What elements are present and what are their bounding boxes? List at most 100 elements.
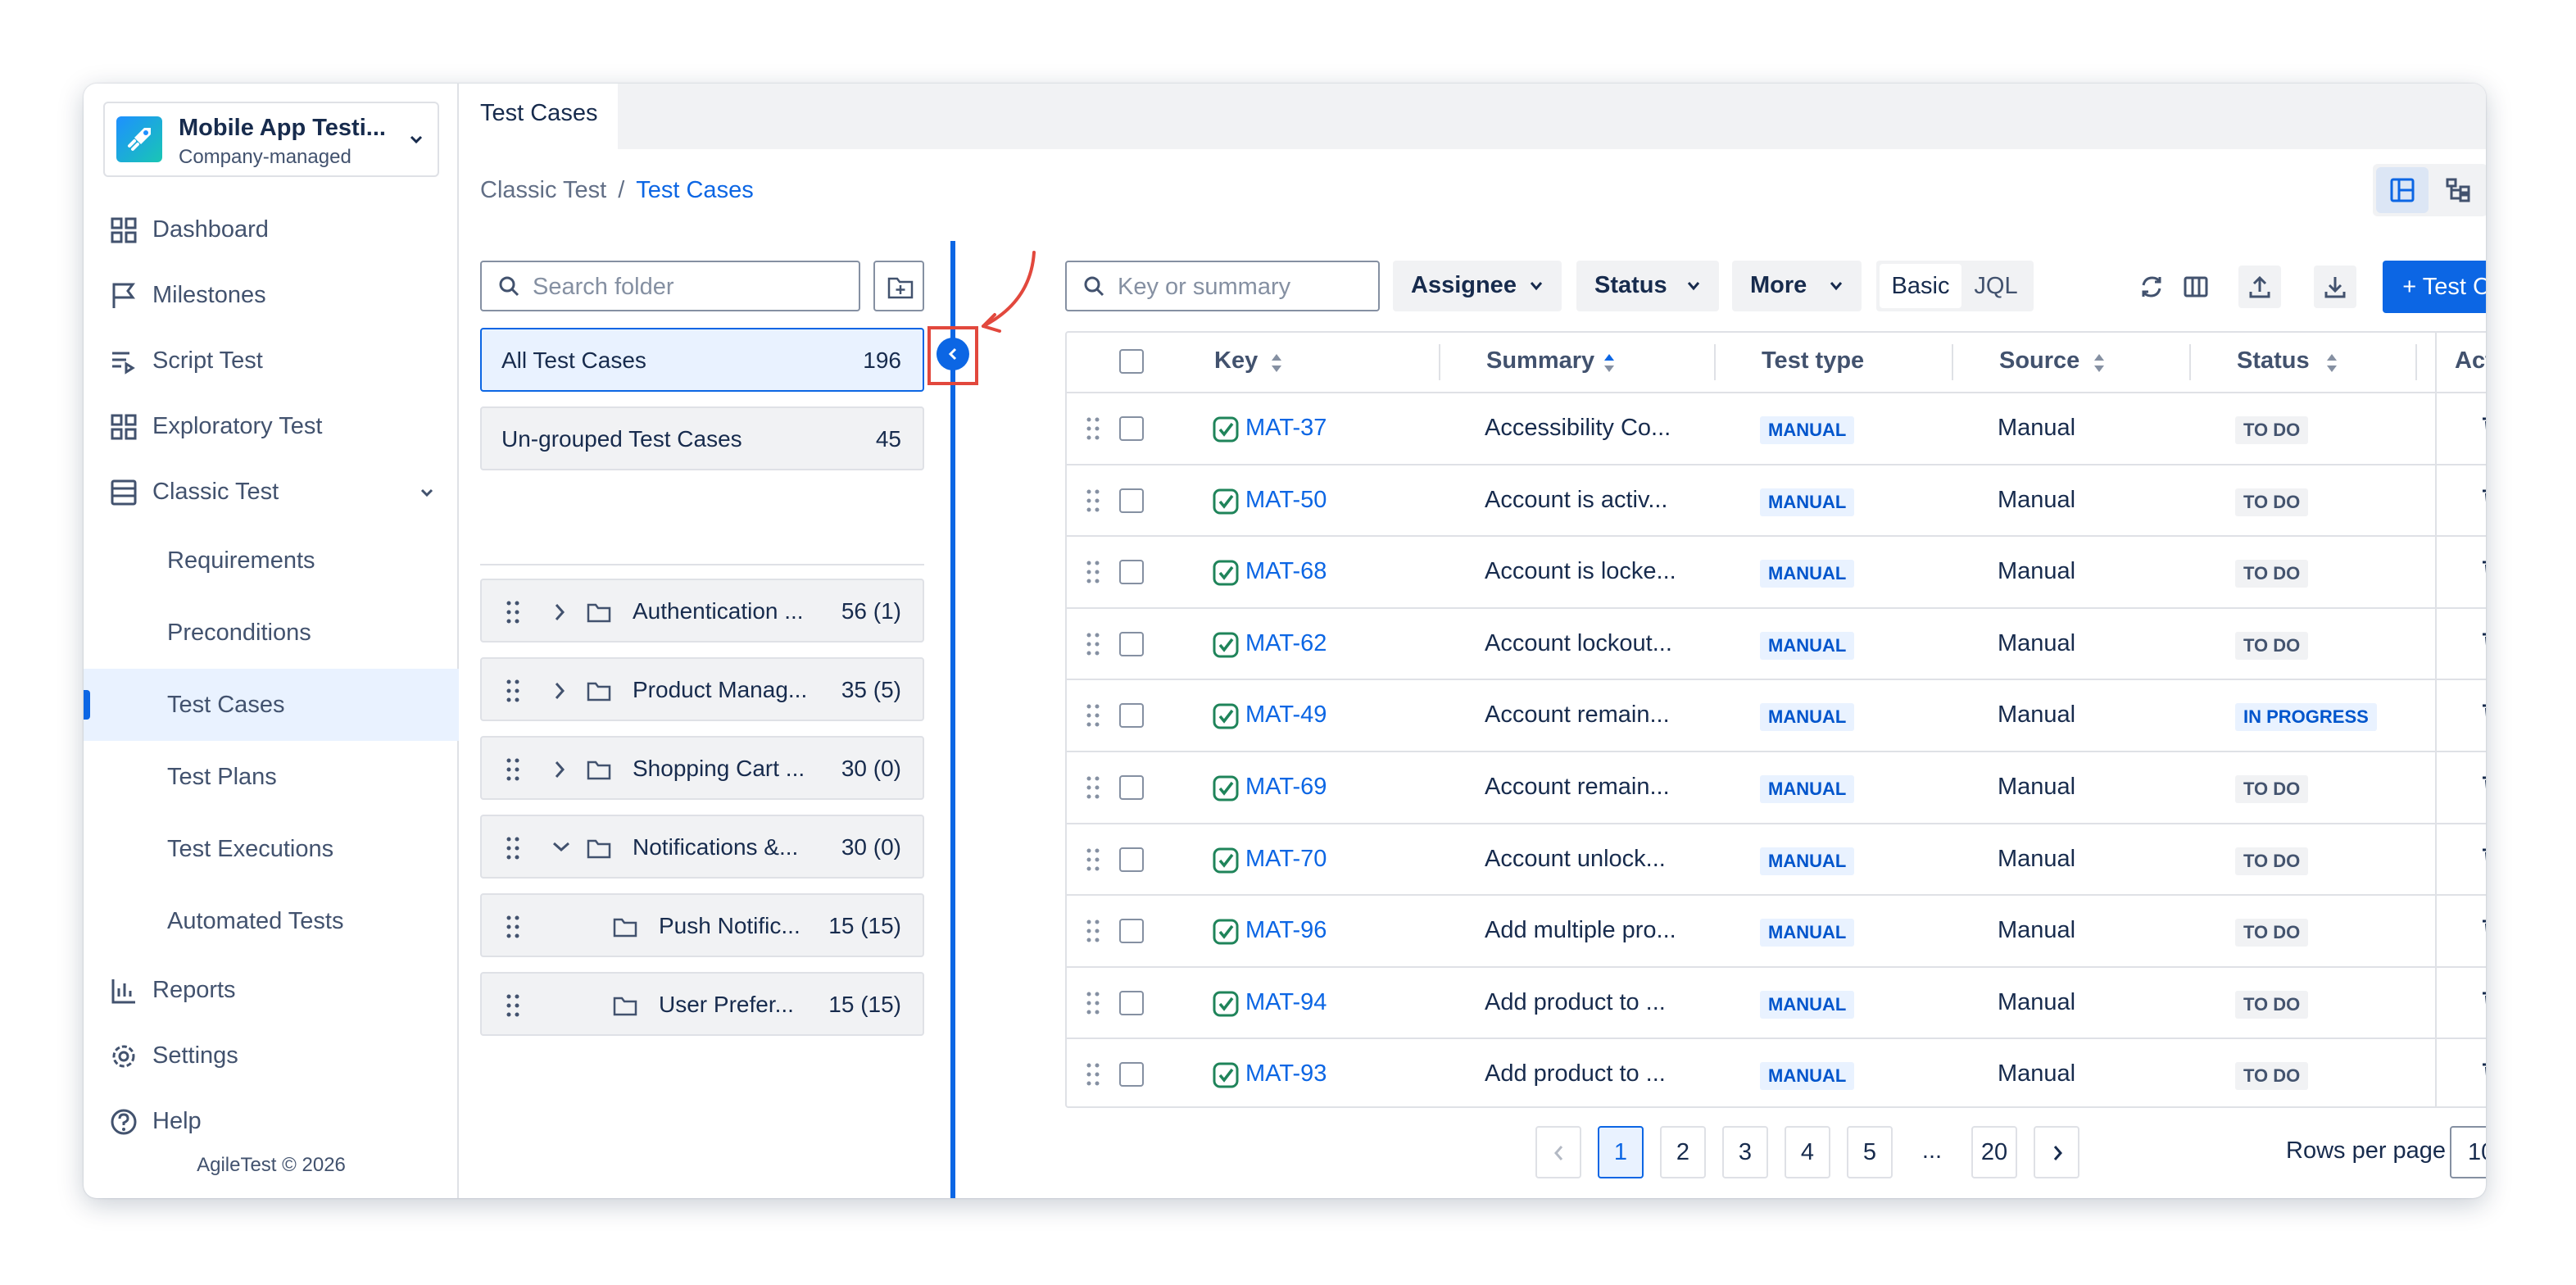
trash-icon[interactable] bbox=[2479, 1059, 2486, 1093]
test-case-key[interactable]: MAT-49 bbox=[1245, 702, 1327, 729]
drag-handle-icon[interactable] bbox=[1085, 560, 1101, 591]
table-row[interactable]: MAT-94 Add product to ... MANUAL Manual TO D… bbox=[1067, 965, 2486, 1038]
sidebar-subitem-test-cases[interactable]: Test Cases bbox=[84, 669, 459, 741]
row-checkbox[interactable] bbox=[1119, 703, 1144, 729]
test-case-key[interactable]: MAT-94 bbox=[1245, 989, 1327, 1016]
sidebar-item-milestones[interactable]: Milestones bbox=[84, 262, 459, 328]
drag-handle-icon[interactable] bbox=[505, 915, 521, 939]
row-checkbox[interactable] bbox=[1119, 919, 1144, 944]
prev-page-button[interactable] bbox=[1535, 1126, 1581, 1178]
trash-icon[interactable] bbox=[2479, 844, 2486, 879]
columns-button[interactable] bbox=[2175, 266, 2217, 308]
page-button[interactable]: 1 bbox=[1598, 1126, 1644, 1178]
trash-icon[interactable] bbox=[2479, 413, 2486, 447]
folder-item[interactable]: Push Notific... 15 (15) bbox=[480, 893, 924, 957]
folder-item[interactable]: User Prefer... 15 (15) bbox=[480, 972, 924, 1036]
drag-handle-icon[interactable] bbox=[1085, 919, 1101, 950]
column-header-test-type[interactable]: Test type bbox=[1762, 347, 1864, 375]
sidebar-item-exploratory-test[interactable]: Exploratory Test bbox=[84, 393, 459, 459]
test-case-key[interactable]: MAT-62 bbox=[1245, 630, 1327, 657]
column-header-source[interactable]: Source bbox=[1999, 347, 2079, 375]
row-checkbox[interactable] bbox=[1119, 560, 1144, 585]
drag-handle-icon[interactable] bbox=[1085, 488, 1101, 520]
test-case-key[interactable]: MAT-96 bbox=[1245, 917, 1327, 944]
drag-handle-icon[interactable] bbox=[1085, 991, 1101, 1022]
trash-icon[interactable] bbox=[2479, 556, 2486, 591]
trash-icon[interactable] bbox=[2479, 772, 2486, 806]
drag-handle-icon[interactable] bbox=[505, 600, 521, 624]
test-case-key[interactable]: MAT-68 bbox=[1245, 558, 1327, 585]
test-case-key[interactable]: MAT-93 bbox=[1245, 1060, 1327, 1087]
page-button[interactable]: 5 bbox=[1847, 1126, 1893, 1178]
drag-handle-icon[interactable] bbox=[1085, 416, 1101, 447]
sort-icon[interactable] bbox=[2325, 352, 2338, 374]
sort-icon[interactable] bbox=[2093, 352, 2106, 374]
chevron-right-icon[interactable] bbox=[551, 680, 569, 702]
chevron-down-icon[interactable] bbox=[418, 484, 436, 502]
rows-per-page-select[interactable]: 10 bbox=[2450, 1126, 2486, 1178]
page-button[interactable]: 20 bbox=[1971, 1126, 2017, 1178]
table-row[interactable]: MAT-68 Account is locke... MANUAL Manual TO … bbox=[1067, 535, 2486, 607]
folder-all-test-cases[interactable]: All Test Cases 196 bbox=[480, 328, 924, 392]
add-folder-button[interactable] bbox=[873, 261, 924, 311]
basic-mode-button[interactable]: Basic bbox=[1880, 264, 1961, 308]
next-page-button[interactable] bbox=[2034, 1126, 2079, 1178]
trash-icon[interactable] bbox=[2479, 700, 2486, 734]
row-checkbox[interactable] bbox=[1119, 847, 1144, 872]
sidebar-item-settings[interactable]: Settings bbox=[84, 1023, 459, 1088]
sidebar-item-script-test[interactable]: Script Test bbox=[84, 328, 459, 393]
table-row[interactable]: MAT-62 Account lockout... MANUAL Manual TO D… bbox=[1067, 606, 2486, 679]
drag-handle-icon[interactable] bbox=[1085, 632, 1101, 663]
folder-search-input[interactable]: Search folder bbox=[480, 261, 860, 311]
sidebar-item-help[interactable]: Help bbox=[84, 1088, 459, 1154]
chevron-down-icon[interactable] bbox=[551, 838, 572, 856]
drag-handle-icon[interactable] bbox=[505, 679, 521, 703]
breadcrumb-current[interactable]: Test Cases bbox=[636, 177, 753, 203]
more-filter[interactable]: More bbox=[1732, 261, 1862, 311]
table-row[interactable]: MAT-70 Account unlock... MANUAL Manual TO DO bbox=[1067, 822, 2486, 895]
table-row[interactable]: MAT-69 Account remain... MANUAL Manual TO DO bbox=[1067, 751, 2486, 823]
row-checkbox[interactable] bbox=[1119, 488, 1144, 513]
chevron-right-icon[interactable] bbox=[551, 602, 569, 623]
chevron-right-icon[interactable] bbox=[551, 759, 569, 780]
tree-view-button[interactable] bbox=[2432, 167, 2484, 213]
table-row[interactable]: MAT-49 Account remain... MANUAL Manual IN PR… bbox=[1067, 679, 2486, 751]
table-row[interactable]: MAT-96 Add multiple pro... MANUAL Manual TO … bbox=[1067, 894, 2486, 966]
sidebar-subitem-test-plans[interactable]: Test Plans bbox=[84, 744, 459, 810]
folder-item[interactable]: Shopping Cart ... 30 (0) bbox=[480, 736, 924, 800]
page-button[interactable]: 3 bbox=[1722, 1126, 1768, 1178]
table-row[interactable]: MAT-93 Add product to ... MANUAL Manual TO D… bbox=[1067, 1038, 2486, 1110]
table-row[interactable]: MAT-37 Accessibility Co... MANUAL Manual TO … bbox=[1067, 392, 2486, 464]
folder-item[interactable]: Notifications &... 30 (0) bbox=[480, 815, 924, 879]
sidebar-subitem-automated-tests[interactable]: Automated Tests bbox=[84, 888, 459, 954]
drag-handle-icon[interactable] bbox=[505, 993, 521, 1018]
drag-handle-icon[interactable] bbox=[1085, 775, 1101, 806]
column-header-status[interactable]: Status bbox=[2237, 347, 2310, 375]
trash-icon[interactable] bbox=[2479, 629, 2486, 663]
drag-handle-icon[interactable] bbox=[505, 836, 521, 860]
sidebar-subitem-test-executions[interactable]: Test Executions bbox=[84, 816, 459, 882]
test-case-key[interactable]: MAT-70 bbox=[1245, 846, 1327, 873]
select-all-checkbox[interactable] bbox=[1119, 349, 1144, 374]
add-test-case-button[interactable]: + Test Case bbox=[2383, 261, 2486, 313]
assignee-filter[interactable]: Assignee bbox=[1393, 261, 1562, 311]
trash-icon[interactable] bbox=[2479, 988, 2486, 1022]
trash-icon[interactable] bbox=[2479, 915, 2486, 950]
sidebar-subitem-preconditions[interactable]: Preconditions bbox=[84, 600, 459, 665]
test-case-key[interactable]: MAT-69 bbox=[1245, 774, 1327, 801]
row-checkbox[interactable] bbox=[1119, 1062, 1144, 1087]
project-switcher[interactable]: Mobile App Testi... Company-managed bbox=[103, 102, 439, 177]
row-checkbox[interactable] bbox=[1119, 775, 1144, 800]
page-button[interactable]: 4 bbox=[1785, 1126, 1830, 1178]
folder-item[interactable]: Authentication ... 56 (1) bbox=[480, 579, 924, 642]
import-button[interactable] bbox=[2238, 266, 2281, 308]
jql-mode-button[interactable]: JQL bbox=[1961, 264, 2030, 308]
sidebar-subitem-requirements[interactable]: Requirements bbox=[84, 528, 459, 593]
folder-ungrouped[interactable]: Un-grouped Test Cases 45 bbox=[480, 406, 924, 470]
row-checkbox[interactable] bbox=[1119, 631, 1144, 656]
drag-handle-icon[interactable] bbox=[1085, 703, 1101, 734]
sidebar-item-dashboard[interactable]: Dashboard bbox=[84, 197, 459, 262]
export-button[interactable] bbox=[2314, 266, 2356, 308]
column-header-key[interactable]: Key bbox=[1214, 347, 1258, 375]
sort-icon[interactable] bbox=[1270, 352, 1283, 374]
